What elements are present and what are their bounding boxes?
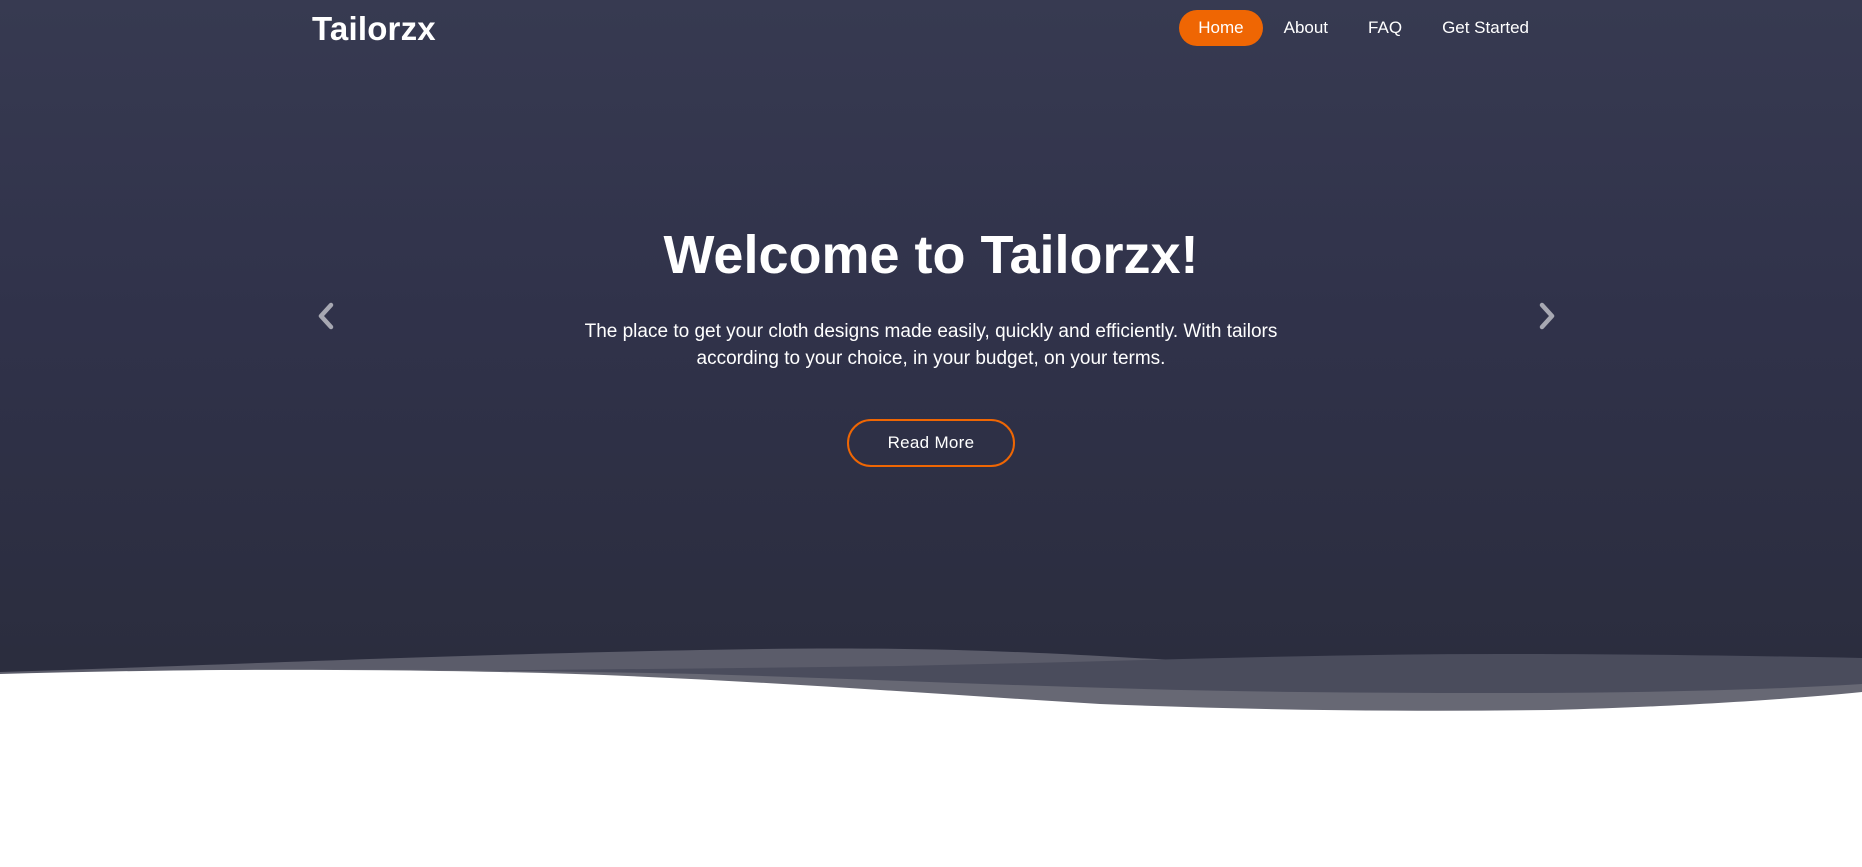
site-logo[interactable]: Tailorzx: [312, 10, 436, 48]
hero-waves: [0, 648, 1862, 740]
carousel-prev-button[interactable]: [306, 296, 346, 336]
chevron-right-icon: [1539, 302, 1555, 330]
page: Tailorzx Home About FAQ Get Started Welc…: [0, 0, 1862, 867]
read-more-button[interactable]: Read More: [847, 419, 1015, 467]
chevron-left-icon: [318, 302, 334, 330]
carousel-next-button[interactable]: [1527, 296, 1567, 336]
nav-faq[interactable]: FAQ: [1349, 10, 1421, 46]
hero-section: Tailorzx Home About FAQ Get Started Welc…: [0, 0, 1862, 740]
site-header: Tailorzx Home About FAQ Get Started: [312, 0, 1548, 60]
nav-about[interactable]: About: [1265, 10, 1347, 46]
nav-home[interactable]: Home: [1179, 10, 1263, 46]
nav-get-started[interactable]: Get Started: [1423, 10, 1548, 46]
hero-text: The place to get your cloth designs made…: [584, 321, 1278, 369]
hero-content: Welcome to Tailorzx! The place to get yo…: [531, 220, 1331, 467]
main-nav: Home About FAQ Get Started: [1177, 10, 1548, 46]
hero-title: Welcome to Tailorzx!: [663, 225, 1199, 285]
